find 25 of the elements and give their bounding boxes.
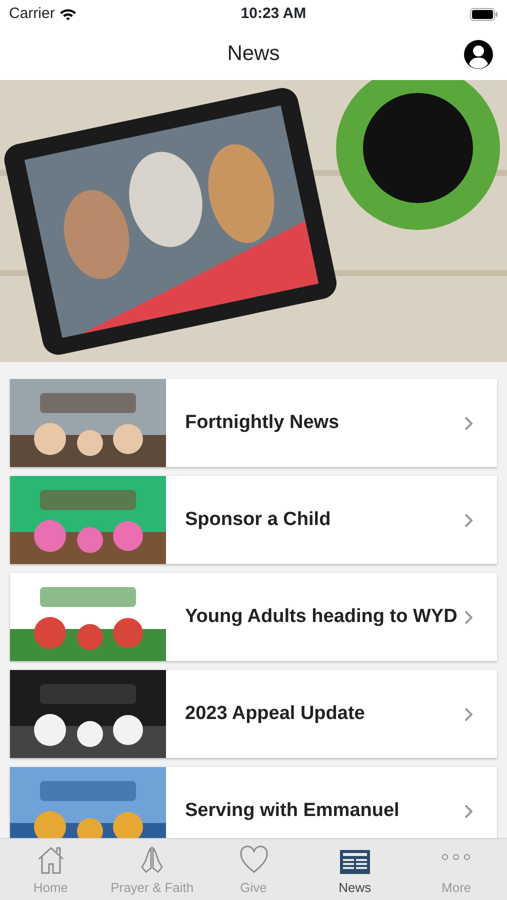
- status-time: 10:23 AM: [240, 4, 306, 24]
- chevron-icon: [464, 706, 473, 722]
- news-item[interactable]: Young Adults heading to WYD: [10, 573, 497, 661]
- news-item[interactable]: Serving with Emmanuel: [10, 767, 497, 838]
- chevron-icon: [464, 610, 473, 624]
- profile-icon[interactable]: [464, 40, 493, 69]
- more-icon: [440, 852, 472, 862]
- news-item[interactable]: Fortnightly News: [10, 379, 497, 467]
- battery-icon: [470, 8, 498, 20]
- news-item[interactable]: Sponsor a Child: [10, 476, 497, 564]
- item-title: 2023 Appeal Update: [184, 702, 366, 726]
- chevron-icon: [464, 512, 473, 528]
- newspaper-icon: [338, 848, 371, 876]
- chevron-icon: [464, 416, 473, 430]
- screen-title: News: [227, 41, 280, 68]
- item-title: Young Adults heading to WYD: [184, 605, 458, 629]
- news-item[interactable]: 2023 Appeal Update: [10, 670, 497, 758]
- item-title: Serving with Emmanuel: [184, 799, 400, 823]
- wifi-icon: [58, 8, 77, 20]
- item-title: Fortnightly News: [184, 411, 340, 435]
- item-title: Sponsor a Child: [184, 508, 332, 532]
- heart-icon: [238, 844, 270, 876]
- carrier-label: Carrier: [9, 4, 55, 24]
- tab-button[interactable]: News: [304, 839, 406, 900]
- chevron-icon: [464, 804, 473, 818]
